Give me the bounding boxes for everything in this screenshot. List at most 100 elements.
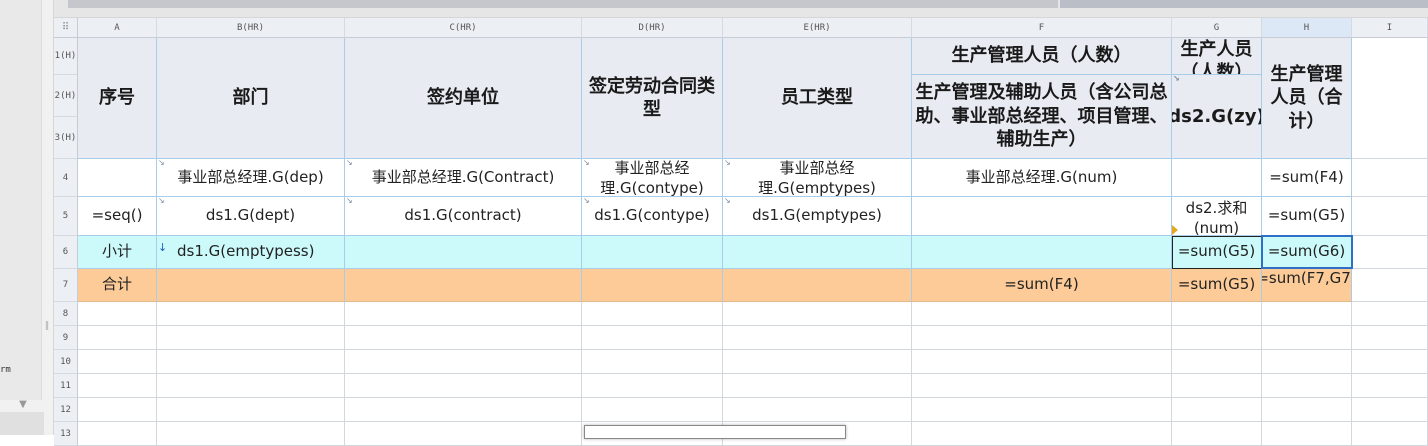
cell-G12[interactable] [1172,398,1262,422]
cell-B11[interactable] [157,374,345,398]
cell-D12[interactable] [582,398,723,422]
cell-I8[interactable] [1352,302,1428,326]
cell-D7[interactable] [582,269,723,302]
row-header-9[interactable]: 9 [54,326,78,350]
cell-A7[interactable]: 合计 [78,269,157,302]
cell-C1-header[interactable]: 签约单位 [345,38,582,159]
cell-I13[interactable] [1352,422,1428,446]
cell-H4[interactable]: =sum(F4) [1262,159,1352,197]
cell-H5[interactable]: =sum(G5) [1262,197,1352,236]
row-header-11[interactable]: 11 [54,374,78,398]
column-header-a[interactable]: A [78,18,157,38]
column-header-f[interactable]: F [912,18,1172,38]
cell-B8[interactable] [157,302,345,326]
cell-F11[interactable] [912,374,1172,398]
cell-F7[interactable]: =sum(F4) [912,269,1172,302]
cell-B7[interactable] [157,269,345,302]
cell-I-upper[interactable] [1352,269,1428,302]
cell-I-upper[interactable] [1352,236,1428,269]
row-header-5[interactable]: 5 [54,197,78,236]
cell-G4[interactable] [1172,159,1262,197]
cell-D5[interactable]: ↘ ds1.G(contype) [582,197,723,236]
cell-I10[interactable] [1352,350,1428,374]
cell-G13[interactable] [1172,422,1262,446]
cell-G1-header[interactable]: 生产人员（人数） [1172,38,1262,75]
cell-F4[interactable]: 事业部总经理.G(num) [912,159,1172,197]
cell-B5[interactable]: ↘ ds1.G(dept) [157,197,345,236]
cell-B10[interactable] [157,350,345,374]
cell-A6[interactable]: 小计 [78,236,157,269]
cell-E1-header[interactable]: 员工类型 [723,38,912,159]
column-header-b[interactable]: B(HR) [157,18,345,38]
cell-A10[interactable] [78,350,157,374]
cell-F5[interactable] [912,197,1172,236]
cell-B4[interactable]: ↘ 事业部总经理.G(dep) [157,159,345,197]
cell-I9[interactable] [1352,326,1428,350]
left-panel-scroll-area[interactable] [0,0,42,400]
cell-H13[interactable] [1262,422,1352,446]
cell-C13[interactable] [345,422,582,446]
splitter-handle-icon[interactable]: ‖ [44,318,50,334]
popup-window[interactable] [584,425,846,439]
cell-I12[interactable] [1352,398,1428,422]
cell-H8[interactable] [1262,302,1352,326]
cell-F9[interactable] [912,326,1172,350]
row-header-1[interactable]: 1(H) [54,38,78,75]
horizontal-scrollbar-track[interactable] [1060,0,1428,8]
cell-C10[interactable] [345,350,582,374]
cell-H9[interactable] [1262,326,1352,350]
row-header-2[interactable]: 2(H) [54,75,78,117]
row-header-12[interactable]: 12 [54,398,78,422]
row-header-13[interactable]: 13 [54,422,78,446]
cell-H7[interactable]: =sum(F7,G7) [1262,269,1352,302]
row-header-7[interactable]: 7 [54,269,78,302]
cell-G5[interactable]: ds2.求和(num) [1172,197,1262,236]
cell-C7[interactable] [345,269,582,302]
cell-E11[interactable] [723,374,912,398]
cell-G11[interactable] [1172,374,1262,398]
cell-B6[interactable]: ↓ ds1.G(emptypess) [157,236,345,269]
cell-A12[interactable] [78,398,157,422]
cell-I-upper[interactable] [1352,38,1428,159]
cell-F2-header[interactable]: 生产管理及辅助人员（含公司总助、事业部总经理、项目管理、辅助生产） [912,75,1172,159]
cell-I-upper[interactable] [1352,159,1428,197]
cell-H12[interactable] [1262,398,1352,422]
cell-D10[interactable] [582,350,723,374]
cell-F12[interactable] [912,398,1172,422]
cell-C5[interactable]: ↘ ds1.G(contract) [345,197,582,236]
cell-G10[interactable] [1172,350,1262,374]
cell-H10[interactable] [1262,350,1352,374]
scroll-down-icon[interactable]: ▼ [14,398,32,412]
cell-C11[interactable] [345,374,582,398]
cell-F1-header[interactable]: 生产管理人员（人数） [912,38,1172,75]
cell-B12[interactable] [157,398,345,422]
cell-A1-header[interactable]: 序号 [78,38,157,159]
cell-E12[interactable] [723,398,912,422]
cell-A11[interactable] [78,374,157,398]
cell-G2-header[interactable]: ↘ ds2.G(zy) [1172,75,1262,159]
cell-I-upper[interactable] [1352,197,1428,236]
cell-F13[interactable] [912,422,1172,446]
cell-E8[interactable] [723,302,912,326]
cell-E5[interactable]: ↘ ds1.G(emptypes) [723,197,912,236]
cell-B13[interactable] [157,422,345,446]
cell-E10[interactable] [723,350,912,374]
cell-E4[interactable]: ↘ 事业部总经理.G(emptypes) [723,159,912,197]
cell-H1-header[interactable]: 生产管理人员（合计） [1262,38,1352,159]
cell-C4[interactable]: ↘ 事业部总经理.G(Contract) [345,159,582,197]
cell-F8[interactable] [912,302,1172,326]
select-all-grid-icon[interactable]: ⠿ [54,18,78,38]
cell-D4[interactable]: ↘ 事业部总经理.G(contype) [582,159,723,197]
cell-E7[interactable] [723,269,912,302]
cell-C12[interactable] [345,398,582,422]
row-header-10[interactable]: 10 [54,350,78,374]
cell-C6[interactable] [345,236,582,269]
cell-I11[interactable] [1352,374,1428,398]
horizontal-scrollbar[interactable] [68,0,1058,8]
cell-C9[interactable] [345,326,582,350]
cell-D8[interactable] [582,302,723,326]
row-header-8[interactable]: 8 [54,302,78,326]
cell-C8[interactable] [345,302,582,326]
cell-A13[interactable] [78,422,157,446]
column-header-g[interactable]: G [1172,18,1262,38]
